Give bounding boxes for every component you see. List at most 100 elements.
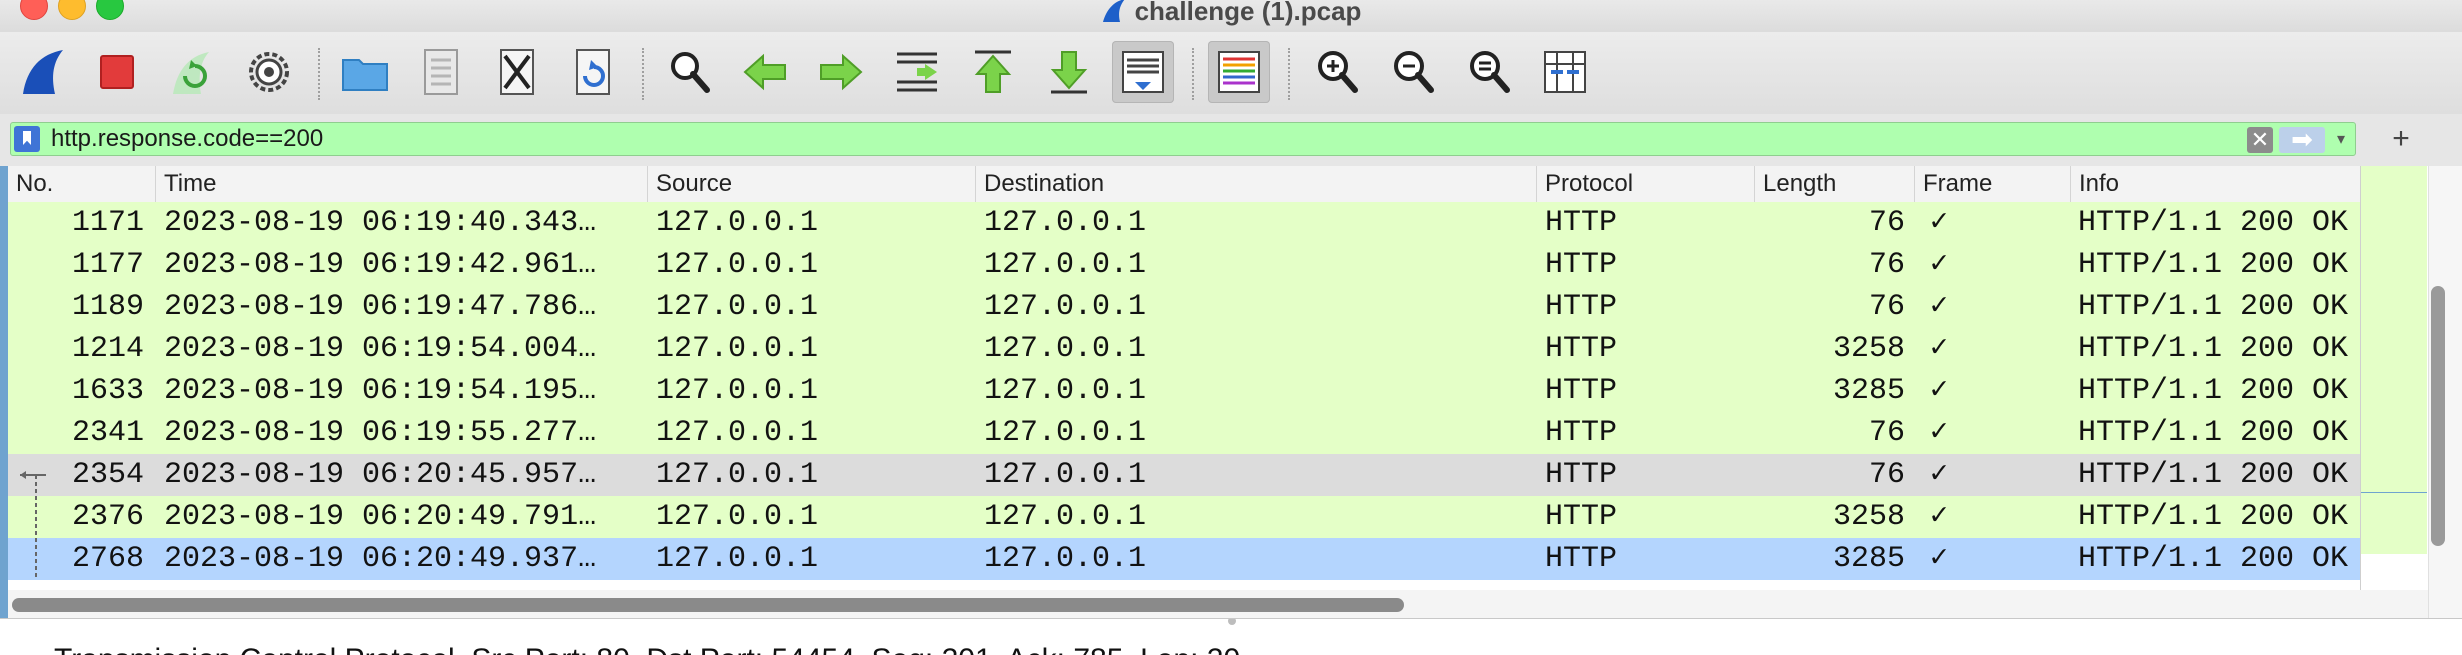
cell-source: 127.0.0.1 xyxy=(656,206,819,240)
cell-info: HTTP/1.1 200 OK xyxy=(2078,290,2349,324)
column-header-protocol[interactable]: Protocol xyxy=(1537,166,1755,202)
recent-filters-dropdown[interactable]: ▾ xyxy=(2329,127,2353,153)
clear-filter-button[interactable]: ✕ xyxy=(2247,127,2273,153)
close-file-button[interactable] xyxy=(486,41,548,103)
display-filter-input[interactable] xyxy=(51,123,2231,155)
autoscroll-icon xyxy=(1122,51,1164,93)
cell-length: 76 xyxy=(1868,248,1905,282)
cell-time: 2023-08-19 06:19:42.961… xyxy=(164,248,597,282)
stop-capture-icon xyxy=(100,55,134,89)
cell-length: 3285 xyxy=(1832,542,1905,576)
cell-protocol: HTTP xyxy=(1545,500,1618,534)
column-header-no[interactable]: No. xyxy=(8,166,156,202)
details-tree-item[interactable]: Transmission Control Protocol, Src Port:… xyxy=(54,643,1240,655)
cell-time: 2023-08-19 06:19:40.343… xyxy=(164,206,597,240)
cell-info: HTTP/1.1 200 OK xyxy=(2078,416,2349,450)
stop-capture-button[interactable] xyxy=(86,41,148,103)
cell-destination: 127.0.0.1 xyxy=(984,374,1147,408)
autoscroll-button[interactable] xyxy=(1112,41,1174,103)
zoom-normal-button[interactable] xyxy=(1458,41,1520,103)
cell-destination: 127.0.0.1 xyxy=(984,290,1147,324)
go-back-button[interactable] xyxy=(734,41,796,103)
column-header-info[interactable]: Info xyxy=(2071,166,2360,202)
open-file-button[interactable] xyxy=(334,41,396,103)
cell-info: HTTP/1.1 200 OK xyxy=(2078,500,2349,534)
cell-frame: ✓ xyxy=(1930,374,1949,408)
cell-source: 127.0.0.1 xyxy=(656,416,819,450)
cell-source: 127.0.0.1 xyxy=(656,248,819,282)
cell-destination: 127.0.0.1 xyxy=(984,458,1147,492)
zoom-normal-icon xyxy=(1470,51,1510,93)
packet-row[interactable]: 2341 2023-08-19 06:19:55.277… 127.0.0.1 … xyxy=(8,412,2360,454)
cell-no: 1633 xyxy=(71,374,144,408)
window-title-container: challenge (1).pcap xyxy=(0,0,2462,27)
start-capture-button[interactable] xyxy=(12,41,74,103)
cell-protocol: HTTP xyxy=(1545,206,1618,240)
packet-row-selected[interactable]: 2768 2023-08-19 06:20:49.937… 127.0.0.1 … xyxy=(8,538,2360,580)
save-file-icon xyxy=(424,49,458,95)
packet-row[interactable]: 1189 2023-08-19 06:19:47.786… 127.0.0.1 … xyxy=(8,286,2360,328)
cell-no: 2768 xyxy=(71,542,144,576)
save-file-button[interactable] xyxy=(410,41,472,103)
column-header-frame[interactable]: Frame xyxy=(1915,166,2071,202)
packet-row-related[interactable]: 2354 2023-08-19 06:20:45.957… 127.0.0.1 … xyxy=(8,454,2360,496)
cell-info: HTTP/1.1 200 OK xyxy=(2078,332,2349,366)
packet-row[interactable]: 2376 2023-08-19 06:20:49.791… 127.0.0.1 … xyxy=(8,496,2360,538)
colorize-button[interactable] xyxy=(1208,41,1270,103)
left-edge-strip xyxy=(0,166,8,618)
resize-columns-icon xyxy=(1544,51,1586,93)
filter-bookmark-icon[interactable] xyxy=(14,126,40,152)
cell-destination: 127.0.0.1 xyxy=(984,206,1147,240)
toolbar-separator xyxy=(318,48,320,100)
toolbar-separator xyxy=(642,48,644,100)
reload-file-button[interactable] xyxy=(562,41,624,103)
packet-map-gutter[interactable] xyxy=(2360,166,2427,590)
zoom-in-button[interactable] xyxy=(1306,41,1368,103)
apply-filter-button[interactable]: ➡ xyxy=(2279,126,2325,153)
cell-frame: ✓ xyxy=(1930,458,1949,492)
cell-length: 76 xyxy=(1868,416,1905,450)
column-header-length[interactable]: Length xyxy=(1755,166,1915,202)
capture-options-button[interactable] xyxy=(238,41,300,103)
reload-file-icon xyxy=(576,49,610,95)
packet-row[interactable]: 1177 2023-08-19 06:19:42.961… 127.0.0.1 … xyxy=(8,244,2360,286)
cell-no: 1189 xyxy=(71,290,144,324)
packet-row[interactable]: 1214 2023-08-19 06:19:54.004… 127.0.0.1 … xyxy=(8,328,2360,370)
pane-splitter-grip[interactable] xyxy=(1228,619,1236,625)
packet-row[interactable]: 1633 2023-08-19 06:19:54.195… 127.0.0.1 … xyxy=(8,370,2360,412)
cell-frame: ✓ xyxy=(1930,290,1949,324)
cell-time: 2023-08-19 06:19:54.004… xyxy=(164,332,597,366)
cell-frame: ✓ xyxy=(1930,416,1949,450)
first-packet-button[interactable] xyxy=(962,41,1024,103)
cell-length: 3285 xyxy=(1832,374,1905,408)
cell-protocol: HTTP xyxy=(1545,542,1618,576)
cell-source: 127.0.0.1 xyxy=(656,332,819,366)
go-to-packet-button[interactable] xyxy=(886,41,948,103)
column-header-time[interactable]: Time xyxy=(156,166,648,202)
horizontal-scrollbar-thumb[interactable] xyxy=(12,598,1404,612)
zoom-out-button[interactable] xyxy=(1382,41,1444,103)
cell-destination: 127.0.0.1 xyxy=(984,416,1147,450)
add-filter-button[interactable]: + xyxy=(2384,122,2418,156)
display-filter-box: ✕ ➡ ▾ xyxy=(10,122,2356,156)
cell-frame: ✓ xyxy=(1930,542,1949,576)
cell-source: 127.0.0.1 xyxy=(656,374,819,408)
restart-capture-button[interactable] xyxy=(160,41,222,103)
packet-rows: 1171 2023-08-19 06:19:40.343… 127.0.0.1 … xyxy=(8,202,2360,582)
column-header-destination[interactable]: Destination xyxy=(976,166,1537,202)
cell-info: HTTP/1.1 200 OK xyxy=(2078,248,2349,282)
column-header-source[interactable]: Source xyxy=(648,166,976,202)
resize-columns-button[interactable] xyxy=(1534,41,1596,103)
cell-length: 3258 xyxy=(1832,332,1905,366)
go-to-packet-icon xyxy=(897,52,937,92)
find-packet-button[interactable] xyxy=(658,41,720,103)
vertical-scrollbar-thumb[interactable] xyxy=(2431,286,2445,546)
cell-source: 127.0.0.1 xyxy=(656,542,819,576)
zoom-in-icon xyxy=(1318,51,1358,93)
packet-row[interactable]: 1171 2023-08-19 06:19:40.343… 127.0.0.1 … xyxy=(8,202,2360,244)
cell-length: 76 xyxy=(1868,206,1905,240)
go-forward-button[interactable] xyxy=(810,41,872,103)
restart-capture-icon xyxy=(173,52,209,94)
last-packet-button[interactable] xyxy=(1038,41,1100,103)
capture-options-gear-icon xyxy=(249,52,289,92)
